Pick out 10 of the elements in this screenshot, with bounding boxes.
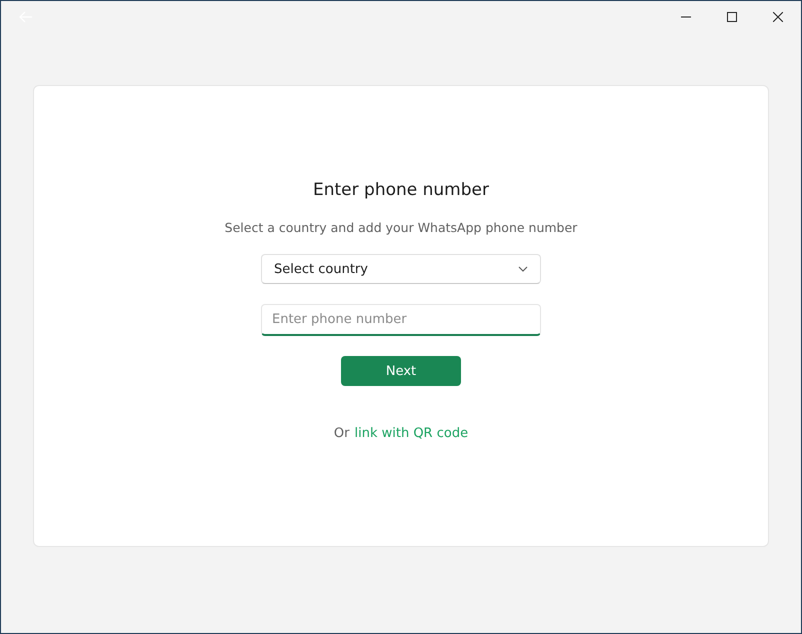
page-title: Enter phone number [313, 180, 489, 200]
close-icon[interactable] [773, 12, 783, 22]
subtitle: Select a country and add your WhatsApp phone number [224, 220, 578, 235]
chevron-down-icon [518, 266, 528, 272]
phone-number-field[interactable]: Enter phone number [261, 304, 541, 336]
qr-code-link[interactable]: link with QR code [354, 426, 468, 441]
maximize-icon[interactable] [727, 12, 737, 22]
or-text: Or [334, 426, 350, 441]
country-dropdown[interactable]: Select country [261, 254, 541, 284]
next-button[interactable]: Next [341, 356, 461, 386]
